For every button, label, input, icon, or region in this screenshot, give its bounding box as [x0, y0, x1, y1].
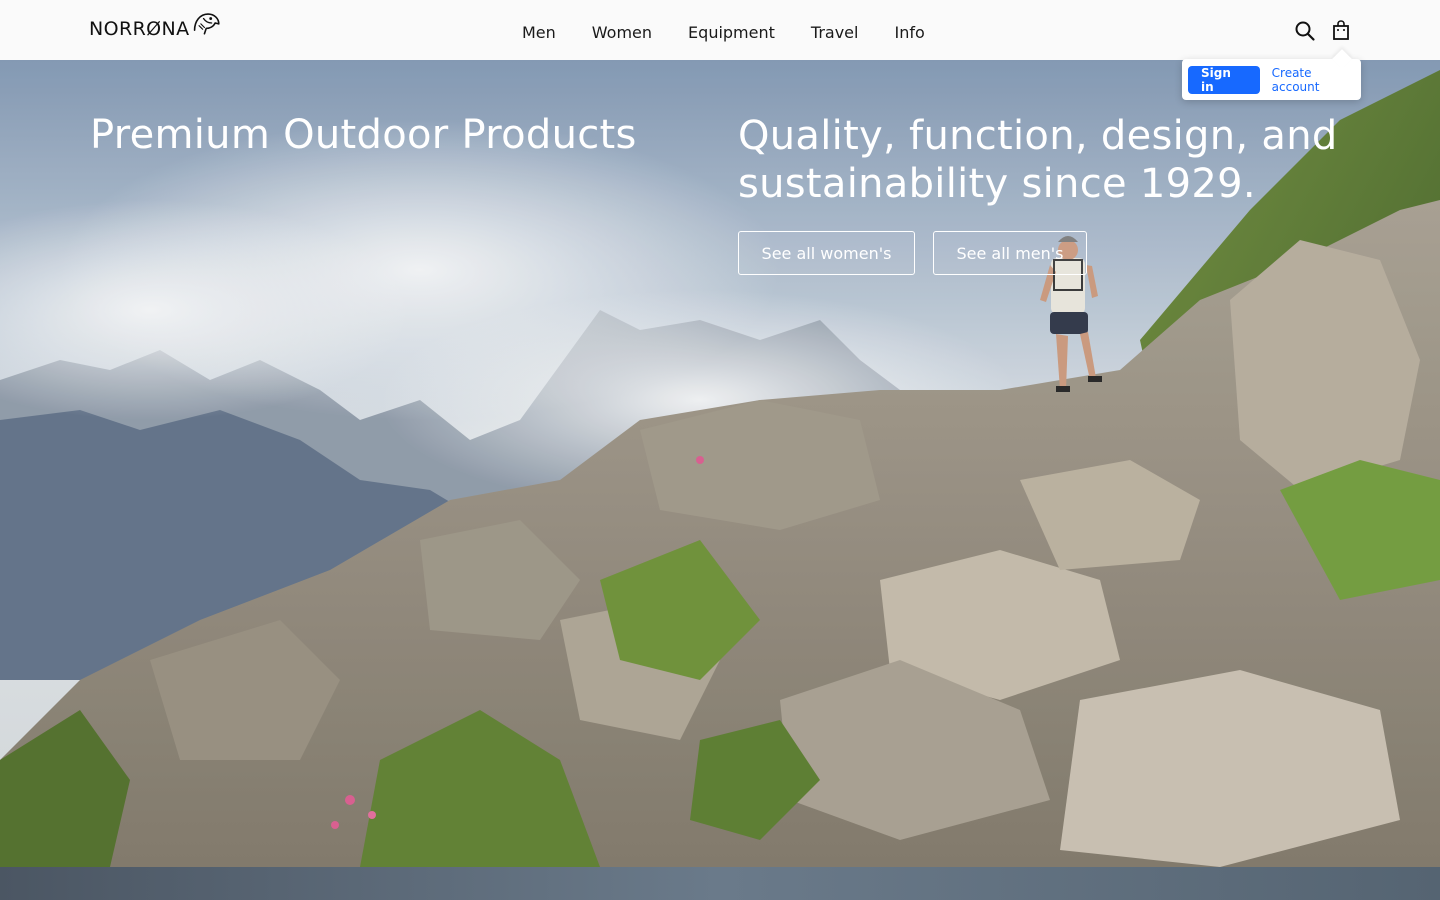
nav-item-women[interactable]: Women — [574, 0, 670, 60]
account-popover: Sign in Create account — [1182, 59, 1361, 100]
search-icon — [1295, 21, 1315, 41]
main-nav: Men Women Equipment Travel Info — [504, 0, 943, 60]
logo-wordmark: NORRØNA — [89, 18, 190, 40]
shopping-bag-button[interactable] — [1329, 18, 1353, 42]
nav-item-travel[interactable]: Travel — [793, 0, 877, 60]
create-account-link[interactable]: Create account — [1272, 66, 1361, 94]
norrona-logo[interactable]: NORRØNA — [89, 10, 221, 40]
nav-item-men[interactable]: Men — [504, 0, 574, 60]
hero-title: Premium Outdoor Products — [90, 112, 637, 158]
shopping-bag-icon — [1333, 20, 1349, 40]
hero-subtitle: Quality, function, design, and sustainab… — [738, 113, 1338, 207]
see-all-mens-button[interactable]: See all men's — [933, 231, 1087, 275]
next-section-preview — [0, 867, 1440, 900]
see-all-womens-button[interactable]: See all women's — [738, 231, 915, 275]
sign-in-button[interactable]: Sign in — [1188, 65, 1260, 94]
nav-item-equipment[interactable]: Equipment — [670, 0, 793, 60]
nav-item-info[interactable]: Info — [876, 0, 942, 60]
bird-logo-icon — [193, 13, 220, 35]
search-button[interactable] — [1293, 19, 1317, 43]
hero-banner: Premium Outdoor Products Quality, functi… — [0, 60, 1440, 867]
site-header: NORRØNA Men Women Equipment Travel Info — [0, 0, 1440, 60]
